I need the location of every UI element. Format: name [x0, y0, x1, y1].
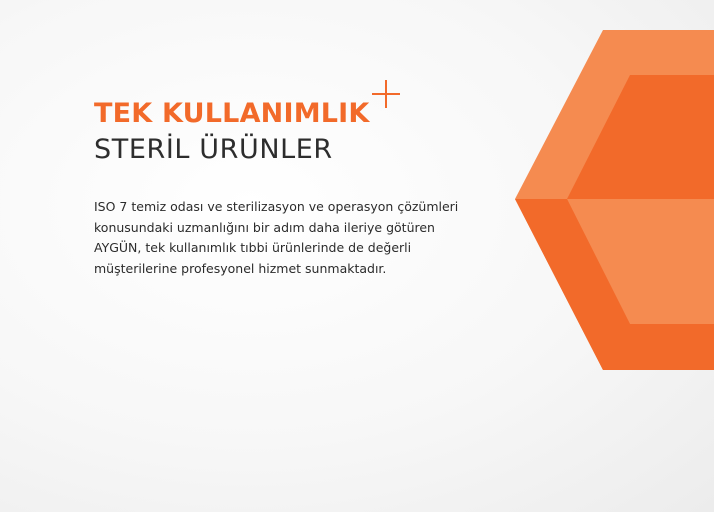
description-line-3: AYGÜN, tek kullanımlık tıbbi ürünlerinde…: [94, 240, 412, 255]
heading-line-1: TEK KULLANIMLIK: [94, 98, 370, 129]
heading-line-2: STERİL ÜRÜNLER: [94, 134, 333, 165]
plus-icon: [372, 80, 400, 108]
description-line-1: ISO 7 temiz odası ve sterilizasyon ve op…: [94, 199, 459, 214]
page: TEK KULLANIMLIK STERİL ÜRÜNLER ISO 7 tem…: [0, 0, 714, 512]
description-line-2: konusundaki uzmanlığını bir adım daha il…: [94, 219, 435, 235]
hexagon-graphic: [515, 30, 714, 370]
description-paragraph: ISO 7 temiz odası ve sterilizasyon ve op…: [94, 197, 459, 279]
heading: TEK KULLANIMLIK STERİL ÜRÜNLER: [94, 96, 370, 168]
description-line-4: müşterilerine profesyonel hizmet sunmakt…: [94, 260, 387, 276]
